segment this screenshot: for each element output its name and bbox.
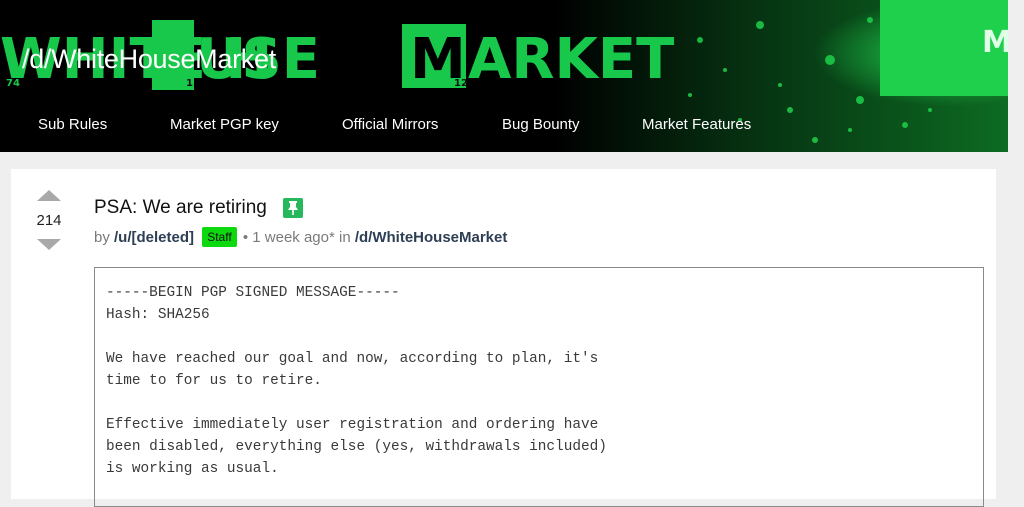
logo-num-12: 12 (454, 78, 468, 89)
message-line: Effective immediately user registration … (106, 417, 599, 433)
staff-badge: Staff (202, 227, 237, 247)
by-label: by (94, 229, 110, 246)
author-link[interactable]: /u/[deleted] (114, 229, 194, 246)
pin-icon (283, 198, 303, 218)
forum-title-link[interactable]: /d/WhiteHouseMarket (22, 44, 276, 75)
nav-market-features[interactable]: Market Features (642, 116, 751, 133)
upvote-arrow-icon[interactable] (37, 190, 61, 201)
header-banner: WHITE H USE M ARKET M 74 1 12 /d/WhiteHo… (0, 0, 1008, 152)
message-line: We have reached our goal and now, accord… (106, 351, 599, 367)
message-line: is working as usual. (106, 461, 279, 477)
community-link[interactable]: /d/WhiteHouseMarket (355, 229, 508, 246)
message-line: time to for us to retire. (106, 373, 322, 389)
message-line: Hash: SHA256 (106, 307, 210, 323)
vote-count: 214 (36, 212, 62, 229)
pgp-message-box: -----BEGIN PGP SIGNED MESSAGE----- Hash:… (94, 267, 984, 507)
post-byline: by /u/[deleted] Staff • 1 week ago* in /… (94, 227, 507, 247)
post-title[interactable]: PSA: We are retiring (94, 197, 267, 219)
logo-num-1: 1 (186, 78, 193, 89)
page-scrollbar[interactable] (1008, 0, 1024, 492)
pgp-message-text: -----BEGIN PGP SIGNED MESSAGE----- Hash:… (106, 282, 607, 480)
message-line (106, 326, 607, 348)
nav-market-pgp-key[interactable]: Market PGP key (170, 116, 279, 133)
message-line (106, 392, 607, 414)
message-line: been disabled, everything else (yes, wit… (106, 439, 607, 455)
nav-sub-rules[interactable]: Sub Rules (38, 116, 107, 133)
message-line: -----BEGIN PGP SIGNED MESSAGE----- (106, 285, 400, 301)
post-time: • 1 week ago* in (242, 229, 351, 246)
logo-num-74: 74 (6, 78, 20, 89)
logo-edge-letter: M (982, 25, 1008, 60)
logo-text-arket: ARKET (468, 27, 674, 92)
nav-bug-bounty[interactable]: Bug Bounty (502, 116, 580, 133)
downvote-arrow-icon[interactable] (37, 239, 61, 250)
nav-official-mirrors[interactable]: Official Mirrors (342, 116, 438, 133)
